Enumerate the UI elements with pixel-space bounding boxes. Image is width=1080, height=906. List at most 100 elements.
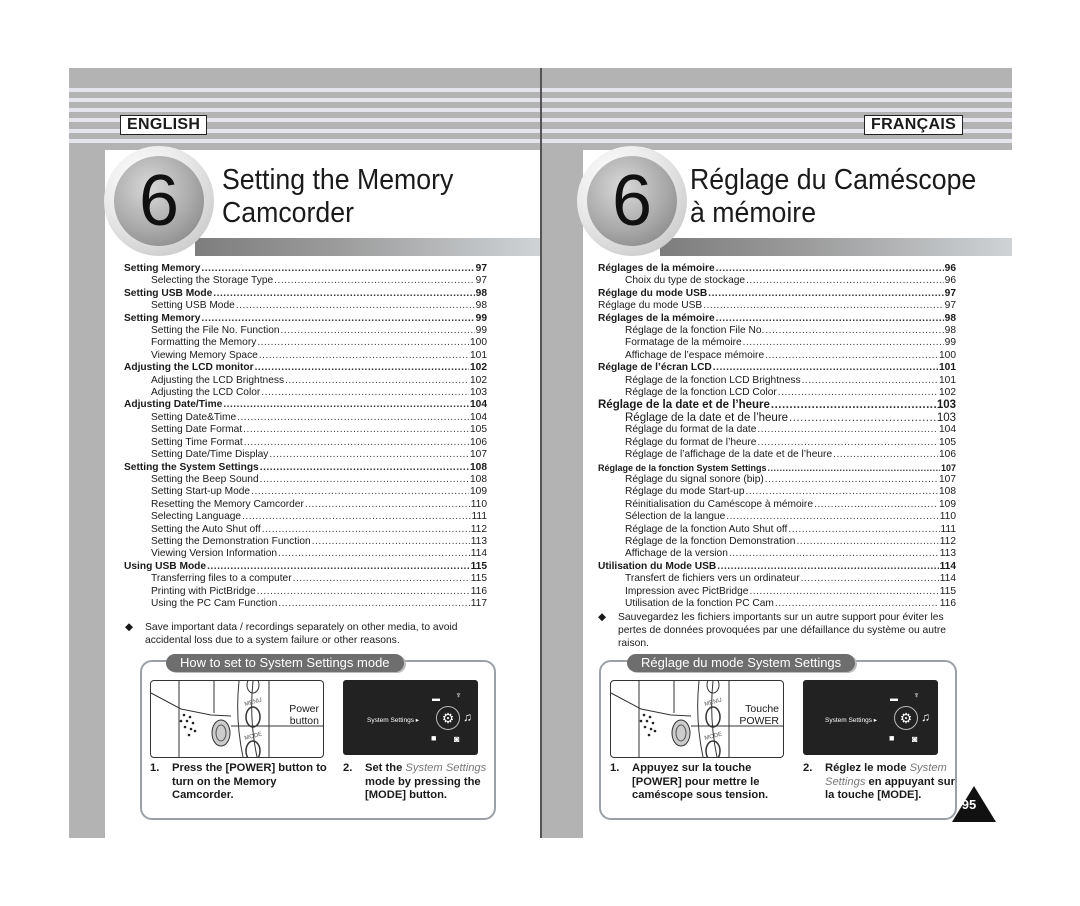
toc-entry[interactable]: Using the PC Cam Function 117 <box>124 598 487 610</box>
toc-entry[interactable]: Adjusting the LCD Color 103 <box>124 387 487 399</box>
toc-leader-dots <box>749 586 938 598</box>
toc-entry-label: Transfert de fichiers vers un ordinateur <box>625 573 800 585</box>
toc-entry[interactable]: Choix du type de stockage 96 <box>598 275 956 287</box>
toc-entry[interactable]: Réinitialisation du Caméscope à mémoire 1… <box>598 499 956 511</box>
toc-entry-page: 102 <box>470 362 487 374</box>
toc-entry[interactable]: Réglage du format de la date 104 <box>598 424 956 436</box>
toc-entry-label: Affichage de l’espace mémoire <box>625 349 765 361</box>
toc-entry[interactable]: Setting Date&Time 104 <box>124 412 487 424</box>
toc-entry[interactable]: Réglages de la mémoire 98 <box>598 313 956 325</box>
toc-entry-page: 108 <box>470 461 487 473</box>
toc-entry[interactable]: Transfert de fichiers vers un ordinateur… <box>598 573 956 585</box>
toc-entry[interactable]: Réglage de l’affichage de la date et de … <box>598 449 956 461</box>
toc-entry[interactable]: Using USB Mode 115 <box>124 561 487 573</box>
toc-leader-dots <box>242 511 470 523</box>
toc-entry[interactable]: Formatage de la mémoire 99 <box>598 337 956 349</box>
toc-entry-label: Réglage du signal sonore (bip) <box>625 473 764 485</box>
toc-entry[interactable]: Utilisation du Mode USB 114 <box>598 561 956 573</box>
toc-entry[interactable]: Setting Start-up Mode 109 <box>124 486 487 498</box>
toc-entry[interactable]: Réglage de la fonction Auto Shut off 111 <box>598 524 956 536</box>
toc-leader-dots <box>703 300 943 312</box>
toc-entry[interactable]: Setting Date/Time Display 107 <box>124 449 487 461</box>
folder-icon: ▬ <box>890 694 898 703</box>
toc-leader-dots <box>259 350 469 362</box>
toc-entry[interactable]: Réglage du format de l’heure 105 <box>598 437 956 449</box>
toc-entry[interactable]: Réglage de la fonction File No. 98 <box>598 325 956 337</box>
toc-entry[interactable]: Affichage de la version 113 <box>598 548 956 560</box>
toc-entry[interactable]: Setting Memory 99 <box>124 313 487 325</box>
toc-entry-label: Réglage de la fonction LCD Color <box>625 387 777 399</box>
toc-entry-label: Réglage du format de l’heure <box>625 436 757 448</box>
label-line: POWER <box>739 715 779 727</box>
toc-entry[interactable]: Adjusting the LCD monitor 102 <box>124 362 487 374</box>
toc-entry[interactable]: Viewing Memory Space 101 <box>124 350 487 362</box>
toc-entry[interactable]: Selecting Language 111 <box>124 511 487 523</box>
toc-entry[interactable]: Setting the Beep Sound 108 <box>124 474 487 486</box>
title-line-2: Camcorder <box>222 197 354 229</box>
chapter-badge-right: 6 <box>577 146 687 256</box>
toc-leader-dots <box>765 474 938 486</box>
toc-leader-dots <box>237 412 469 424</box>
toc-entry[interactable]: Viewing Version Information 114 <box>124 548 487 560</box>
toc-entry[interactable]: Setting USB Mode 98 <box>124 288 487 300</box>
power-button-label: Touche POWER <box>735 703 779 727</box>
toc-entry-label: Réglage de la date et de l’heure <box>625 411 789 424</box>
toc-entry[interactable]: Setting USB Mode 98 <box>124 300 487 312</box>
toc-leader-dots <box>244 437 469 449</box>
toc-entry[interactable]: Adjusting Date/Time 104 <box>124 399 487 411</box>
toc-entry[interactable]: Transferring files to a computer 115 <box>124 573 487 585</box>
mode-name: System Settings <box>405 762 487 774</box>
toc-entry-label: Resetting the Memory Camcorder <box>151 498 304 510</box>
power-button-label: Power button <box>277 703 319 727</box>
toc-entry[interactable]: Réglage de la fonction System Settings 10… <box>598 462 956 474</box>
toc-entry[interactable]: Réglage du mode USB 97 <box>598 288 956 300</box>
toc-entry[interactable]: Réglage du mode USB 97 <box>598 300 956 312</box>
toc-entry[interactable]: Réglage de la fonction LCD Brightness 101 <box>598 375 956 387</box>
toc-entry-page: 98 <box>944 312 956 324</box>
toc-entry[interactable]: Setting the System Settings 108 <box>124 462 487 474</box>
lcd-screen-right: System Settings ▸ ⚙ ▬ ♆ ♫ ■ ◙ <box>803 680 938 755</box>
toc-entry[interactable]: Setting the File No. Function 99 <box>124 325 487 337</box>
folder-icon: ▬ <box>432 694 440 703</box>
toc-entry-page: 108 <box>939 486 956 498</box>
toc-entry[interactable]: Réglage de la fonction LCD Color 102 <box>598 387 956 399</box>
toc-entry-page: 109 <box>939 498 956 510</box>
toc-entry[interactable]: Setting the Demonstration Function 113 <box>124 536 487 548</box>
toc-entry[interactable]: Réglage de la date et de l’heure 103 <box>598 412 956 424</box>
toc-leader-dots <box>765 350 938 362</box>
step-number: 2. <box>803 762 813 774</box>
toc-entry-label: Utilisation du Mode USB <box>598 560 717 572</box>
toc-entry[interactable]: Setting Date Format 105 <box>124 424 487 436</box>
toc-entry[interactable]: Réglages de la mémoire 96 <box>598 263 956 275</box>
toc-leader-dots <box>269 449 469 461</box>
toc-leader-dots <box>729 548 939 560</box>
toc-entry[interactable]: Selecting the Storage Type 97 <box>124 275 487 287</box>
toc-leader-dots <box>305 499 470 511</box>
toc-entry-label: Printing with PictBridge <box>151 585 256 597</box>
toc-entry[interactable]: Utilisation de la fonction PC Cam 116 <box>598 598 956 610</box>
toc-entry[interactable]: Setting Time Format 106 <box>124 437 487 449</box>
toc-entry[interactable]: Réglage de la fonction Demonstration 112 <box>598 536 956 548</box>
toc-entry-page: 110 <box>939 511 956 523</box>
toc-entry[interactable]: Réglage de l’écran LCD 101 <box>598 362 956 374</box>
toc-entry[interactable]: Resetting the Memory Camcorder 110 <box>124 499 487 511</box>
toc-leader-dots <box>243 424 469 436</box>
toc-entry-page: 97 <box>475 275 487 287</box>
toc-entry-page: 103 <box>936 399 956 412</box>
toc-leader-dots <box>261 387 469 399</box>
toc-entry[interactable]: Printing with PictBridge 116 <box>124 586 487 598</box>
toc-entry[interactable]: Sélection de la langue 110 <box>598 511 956 523</box>
toc-entry[interactable]: Affichage de l’espace mémoire 100 <box>598 350 956 362</box>
toc-entry[interactable]: Impression avec PictBridge 115 <box>598 586 956 598</box>
toc-entry[interactable]: Setting Memory 97 <box>124 263 487 275</box>
toc-entry[interactable]: Setting the Auto Shut off 112 <box>124 524 487 536</box>
toc-entry[interactable]: Adjusting the LCD Brightness 102 <box>124 375 487 387</box>
toc-leader-dots <box>716 263 944 275</box>
toc-entry-label: Réglage de la fonction System Settings <box>598 462 767 473</box>
toc-entry-label: Selecting Language <box>151 511 242 523</box>
toc-entry-page: 96 <box>944 275 956 287</box>
toc-entry[interactable]: Formatting the Memory 100 <box>124 337 487 349</box>
toc-entry[interactable]: Réglage de la date et de l’heure 103 <box>598 399 956 411</box>
toc-entry[interactable]: Réglage du mode Start-up 108 <box>598 486 956 498</box>
toc-entry[interactable]: Réglage du signal sonore (bip) 107 <box>598 474 956 486</box>
